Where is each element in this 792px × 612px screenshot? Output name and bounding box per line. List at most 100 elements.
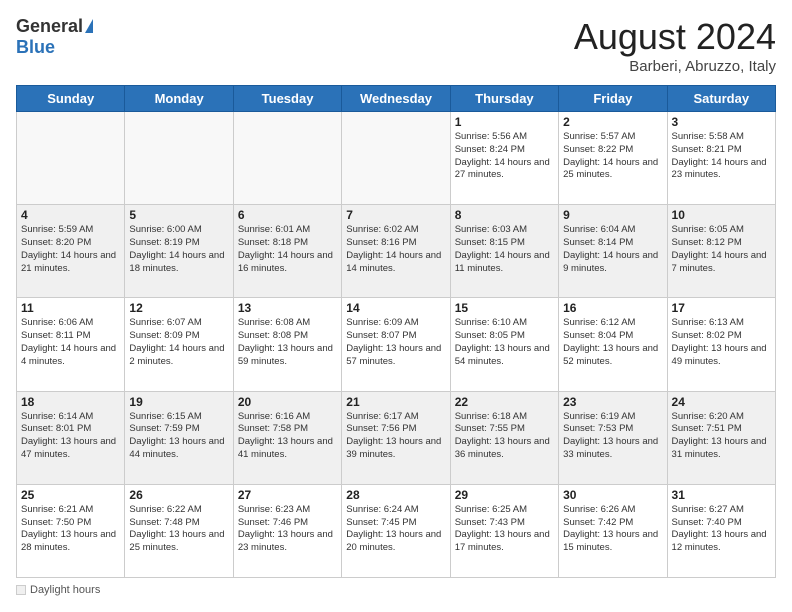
day-number: 4	[21, 208, 120, 222]
day-number: 16	[563, 301, 662, 315]
calendar-week-row: 4Sunrise: 5:59 AM Sunset: 8:20 PM Daylig…	[17, 205, 776, 298]
calendar-day-cell: 16 Sunrise: 6:12 AM Sunset: 8:04 PM Dayli…	[559, 298, 667, 391]
day-number: 5	[129, 208, 228, 222]
calendar-day-cell: 6Sunrise: 6:01 AM Sunset: 8:18 PM Daylig…	[233, 205, 341, 298]
logo-general-text: General	[16, 16, 83, 37]
weekday-header-sunday: Sunday	[17, 86, 125, 112]
calendar-day-cell: 10Sunrise: 6:05 AM Sunset: 8:12 PM Dayli…	[667, 205, 775, 298]
header: General Blue August 2024 Barberi, Abruzz…	[16, 16, 776, 75]
calendar-day-cell: 1Sunrise: 5:56 AM Sunset: 8:24 PM Daylig…	[450, 112, 558, 205]
day-info: Sunrise: 6:12 AM Sunset: 8:04 PM Dayligh…	[563, 317, 662, 368]
calendar-day-cell: 20Sunrise: 6:16 AM Sunset: 7:58 PM Dayli…	[233, 391, 341, 484]
day-number: 19	[129, 395, 228, 409]
calendar-day-cell: 29Sunrise: 6:25 AM Sunset: 7:43 PM Dayli…	[450, 484, 558, 577]
day-info: Sunrise: 6:22 AM Sunset: 7:48 PM Dayligh…	[129, 504, 228, 555]
day-info: Sunrise: 6:18 AM Sunset: 7:55 PM Dayligh…	[455, 411, 554, 462]
weekday-header-friday: Friday	[559, 86, 667, 112]
calendar-day-cell	[17, 112, 125, 205]
day-number: 13	[238, 301, 337, 315]
calendar-day-cell: 2 Sunrise: 5:57 AM Sunset: 8:22 PM Daylig…	[559, 112, 667, 205]
calendar-day-cell: 24Sunrise: 6:20 AM Sunset: 7:51 PM Dayli…	[667, 391, 775, 484]
calendar-day-cell: 25 Sunrise: 6:21 AM Sunset: 7:50 PM Dayli…	[17, 484, 125, 577]
calendar-week-row: 25 Sunrise: 6:21 AM Sunset: 7:50 PM Dayli…	[17, 484, 776, 577]
logo: General Blue	[16, 16, 93, 58]
day-info: Sunrise: 6:02 AM Sunset: 8:16 PM Dayligh…	[346, 224, 445, 275]
calendar-day-cell: 13Sunrise: 6:08 AM Sunset: 8:08 PM Dayli…	[233, 298, 341, 391]
logo-blue-text: Blue	[16, 37, 55, 58]
day-number: 15	[455, 301, 554, 315]
day-info: Sunrise: 5:57 AM Sunset: 8:22 PM Dayligh…	[563, 131, 662, 182]
weekday-header-row: SundayMondayTuesdayWednesdayThursdayFrid…	[17, 86, 776, 112]
day-number: 11	[21, 301, 120, 315]
calendar-day-cell	[125, 112, 233, 205]
day-info: Sunrise: 6:05 AM Sunset: 8:12 PM Dayligh…	[672, 224, 771, 275]
calendar-day-cell: 28 Sunrise: 6:24 AM Sunset: 7:45 PM Dayli…	[342, 484, 450, 577]
calendar-day-cell: 4Sunrise: 5:59 AM Sunset: 8:20 PM Daylig…	[17, 205, 125, 298]
day-info: Sunrise: 6:16 AM Sunset: 7:58 PM Dayligh…	[238, 411, 337, 462]
day-info: Sunrise: 6:23 AM Sunset: 7:46 PM Dayligh…	[238, 504, 337, 555]
calendar-day-cell: 26 Sunrise: 6:22 AM Sunset: 7:48 PM Dayli…	[125, 484, 233, 577]
day-number: 9	[563, 208, 662, 222]
day-info: Sunrise: 6:00 AM Sunset: 8:19 PM Dayligh…	[129, 224, 228, 275]
calendar-day-cell: 30Sunrise: 6:26 AM Sunset: 7:42 PM Dayli…	[559, 484, 667, 577]
calendar-week-row: 11 Sunrise: 6:06 AM Sunset: 8:11 PM Dayli…	[17, 298, 776, 391]
day-number: 14	[346, 301, 445, 315]
calendar-day-cell	[233, 112, 341, 205]
day-number: 25	[21, 488, 120, 502]
weekday-header-wednesday: Wednesday	[342, 86, 450, 112]
day-info: Sunrise: 6:21 AM Sunset: 7:50 PM Dayligh…	[21, 504, 120, 555]
day-number: 23	[563, 395, 662, 409]
daylight-indicator	[16, 585, 26, 595]
calendar-day-cell: 17 Sunrise: 6:13 AM Sunset: 8:02 PM Dayli…	[667, 298, 775, 391]
footer: Daylight hours	[16, 584, 776, 596]
day-number: 29	[455, 488, 554, 502]
calendar-day-cell: 9 Sunrise: 6:04 AM Sunset: 8:14 PM Daylig…	[559, 205, 667, 298]
calendar-week-row: 18 Sunrise: 6:14 AM Sunset: 8:01 PM Dayli…	[17, 391, 776, 484]
day-info: Sunrise: 6:06 AM Sunset: 8:11 PM Dayligh…	[21, 317, 120, 368]
day-number: 12	[129, 301, 228, 315]
day-number: 31	[672, 488, 771, 502]
day-number: 17	[672, 301, 771, 315]
day-info: Sunrise: 6:10 AM Sunset: 8:05 PM Dayligh…	[455, 317, 554, 368]
footer-label: Daylight hours	[30, 584, 100, 596]
calendar-day-cell	[342, 112, 450, 205]
day-number: 24	[672, 395, 771, 409]
day-info: Sunrise: 6:27 AM Sunset: 7:40 PM Dayligh…	[672, 504, 771, 555]
title-area: August 2024 Barberi, Abruzzo, Italy	[574, 16, 776, 75]
day-number: 30	[563, 488, 662, 502]
calendar-day-cell: 22Sunrise: 6:18 AM Sunset: 7:55 PM Dayli…	[450, 391, 558, 484]
day-info: Sunrise: 6:01 AM Sunset: 8:18 PM Dayligh…	[238, 224, 337, 275]
day-info: Sunrise: 6:09 AM Sunset: 8:07 PM Dayligh…	[346, 317, 445, 368]
day-info: Sunrise: 6:13 AM Sunset: 8:02 PM Dayligh…	[672, 317, 771, 368]
calendar-table: SundayMondayTuesdayWednesdayThursdayFrid…	[16, 85, 776, 578]
calendar-day-cell: 27 Sunrise: 6:23 AM Sunset: 7:46 PM Dayli…	[233, 484, 341, 577]
day-number: 18	[21, 395, 120, 409]
day-info: Sunrise: 6:24 AM Sunset: 7:45 PM Dayligh…	[346, 504, 445, 555]
calendar-day-cell: 3 Sunrise: 5:58 AM Sunset: 8:21 PM Daylig…	[667, 112, 775, 205]
calendar-day-cell: 18 Sunrise: 6:14 AM Sunset: 8:01 PM Dayli…	[17, 391, 125, 484]
day-number: 27	[238, 488, 337, 502]
month-title: August 2024	[574, 16, 776, 58]
day-number: 8	[455, 208, 554, 222]
calendar-day-cell: 7Sunrise: 6:02 AM Sunset: 8:16 PM Daylig…	[342, 205, 450, 298]
calendar-day-cell: 11 Sunrise: 6:06 AM Sunset: 8:11 PM Dayli…	[17, 298, 125, 391]
calendar-day-cell: 14 Sunrise: 6:09 AM Sunset: 8:07 PM Dayli…	[342, 298, 450, 391]
day-number: 26	[129, 488, 228, 502]
day-info: Sunrise: 5:58 AM Sunset: 8:21 PM Dayligh…	[672, 131, 771, 182]
day-number: 1	[455, 115, 554, 129]
day-number: 21	[346, 395, 445, 409]
day-info: Sunrise: 6:19 AM Sunset: 7:53 PM Dayligh…	[563, 411, 662, 462]
day-info: Sunrise: 6:04 AM Sunset: 8:14 PM Dayligh…	[563, 224, 662, 275]
calendar-day-cell: 12 Sunrise: 6:07 AM Sunset: 8:09 PM Dayli…	[125, 298, 233, 391]
calendar-day-cell: 8Sunrise: 6:03 AM Sunset: 8:15 PM Daylig…	[450, 205, 558, 298]
day-info: Sunrise: 6:14 AM Sunset: 8:01 PM Dayligh…	[21, 411, 120, 462]
location-subtitle: Barberi, Abruzzo, Italy	[574, 58, 776, 75]
calendar-day-cell: 31 Sunrise: 6:27 AM Sunset: 7:40 PM Dayli…	[667, 484, 775, 577]
day-number: 3	[672, 115, 771, 129]
calendar-day-cell: 23 Sunrise: 6:19 AM Sunset: 7:53 PM Dayli…	[559, 391, 667, 484]
calendar-day-cell: 15 Sunrise: 6:10 AM Sunset: 8:05 PM Dayli…	[450, 298, 558, 391]
day-number: 2	[563, 115, 662, 129]
day-number: 28	[346, 488, 445, 502]
day-info: Sunrise: 6:07 AM Sunset: 8:09 PM Dayligh…	[129, 317, 228, 368]
logo-triangle-icon	[85, 19, 93, 33]
